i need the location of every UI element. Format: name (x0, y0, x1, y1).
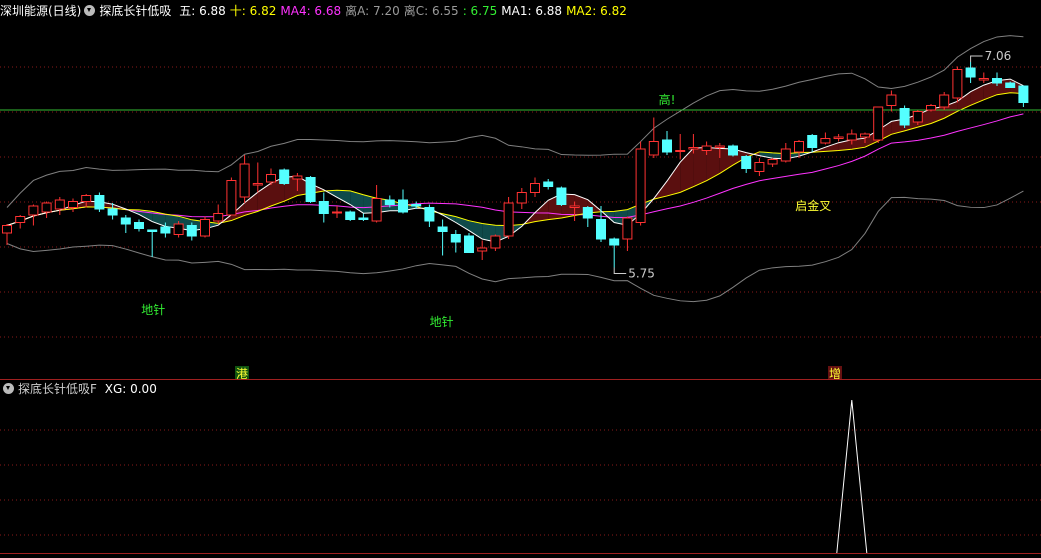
xg-signal-spike (836, 399, 868, 554)
sub-indicator-chart[interactable] (0, 0, 1041, 558)
